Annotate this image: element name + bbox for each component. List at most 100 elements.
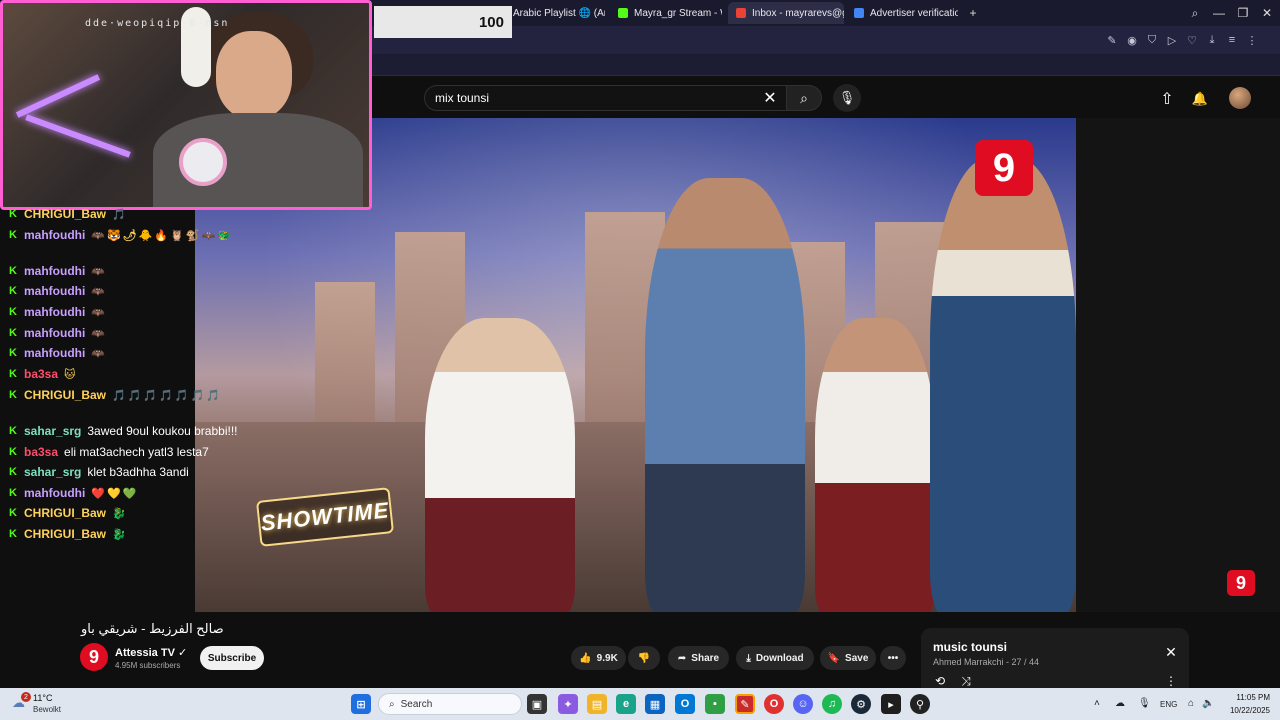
close-playlist-icon[interactable]: ✕	[1163, 644, 1179, 660]
chat-message: Ksahar_srg klet b3adhha 3andi	[8, 465, 189, 479]
app-icon[interactable]: ▪	[705, 694, 725, 714]
volume-icon[interactable]: 🔈	[1202, 698, 1214, 709]
search-input[interactable]: mix tounsi	[424, 85, 787, 111]
upload-icon[interactable]: ⇧	[1156, 88, 1178, 110]
dislike-button[interactable]: 👎	[628, 646, 660, 670]
close-window-button[interactable]: ✕	[1256, 4, 1278, 22]
download-label: Download	[755, 652, 804, 664]
like-button[interactable]: 👍 9.9K	[571, 646, 626, 670]
chat-username[interactable]: mahfoudhi	[24, 305, 85, 319]
clock-date[interactable]: 10/22/2025	[1222, 706, 1270, 715]
chat-emotes: 🎵🎵🎵🎵🎵🎵🎵	[112, 389, 222, 402]
clock-time[interactable]: 11:05 PM	[1230, 693, 1270, 702]
chat-text: 3awed 9oul koukou brabbi!!!	[87, 424, 238, 438]
subscribe-button[interactable]: Subscribe	[200, 646, 264, 670]
chat-username[interactable]: mahfoudhi	[24, 284, 85, 298]
loop-icon[interactable]: ⟲	[932, 673, 948, 689]
notifications-icon[interactable]: 🔔	[1189, 88, 1211, 110]
tab-label: Advertiser verification - 9i	[870, 7, 958, 19]
chat-message: K CHRIGUI_Baw 🐉	[8, 527, 128, 541]
taskbar-search[interactable]: ⌕ Search	[378, 693, 522, 715]
file-explorer-icon[interactable]: ▤	[587, 694, 607, 714]
steam-icon[interactable]: ⚙	[851, 694, 871, 714]
chat-message: K CHRIGUI_Baw 🐉	[8, 506, 128, 520]
chat-username[interactable]: sahar_srg	[24, 465, 81, 479]
chat-username[interactable]: sahar_srg	[24, 424, 81, 438]
tray-chevron-icon[interactable]: ˄	[1094, 698, 1100, 709]
chat-username[interactable]: CHRIGUI_Baw	[24, 527, 106, 541]
sticky-notes-icon[interactable]: ✎	[735, 694, 755, 714]
save-button[interactable]: 🔖 Save	[820, 646, 876, 670]
chat-username[interactable]: mahfoudhi	[24, 228, 85, 242]
tray-app-icon[interactable]: ☁	[1115, 698, 1125, 709]
gmail-icon	[736, 8, 746, 18]
share-button[interactable]: ➦ Share	[668, 646, 729, 670]
shuffle-icon[interactable]: ⤨	[958, 673, 974, 689]
outlook-icon[interactable]: O	[675, 694, 695, 714]
chat-emotes: 🐉	[112, 528, 128, 541]
chat-emotes: 🐉	[112, 507, 128, 520]
start-icon[interactable]: ⊞	[351, 694, 371, 714]
chat-username[interactable]: CHRIGUI_Baw	[24, 388, 106, 402]
chat-username[interactable]: mahfoudhi	[24, 264, 85, 278]
terminal-icon[interactable]: ▸	[881, 694, 901, 714]
chat-emotes: 🦇	[91, 347, 108, 360]
weather-temp[interactable]: 11°C	[33, 693, 52, 703]
chat-emotes: 🦇🐯🌶🐥🔥🦉🐒🦇🐲	[91, 229, 233, 242]
opera-icon[interactable]: O	[764, 694, 784, 714]
language-indicator[interactable]: ENG	[1160, 700, 1177, 709]
kick-badge-icon: K	[9, 507, 17, 519]
search-button[interactable]: ⌕	[786, 85, 822, 111]
task-view-icon[interactable]: ▣	[527, 694, 547, 714]
menu-icon[interactable]: ≡	[1224, 32, 1240, 48]
like-count: 9.9K	[596, 652, 618, 664]
chat-username[interactable]: mahfoudhi	[24, 346, 85, 360]
edit-icon[interactable]: ✎	[1104, 32, 1120, 48]
edge-icon[interactable]: e	[616, 694, 636, 714]
download-icon[interactable]: ⤓	[1204, 32, 1220, 48]
chat-message: Kmahfoudhi 🦇	[8, 326, 107, 340]
tab-search-icon[interactable]: ⌕	[1184, 4, 1206, 22]
kick-badge-icon: K	[9, 466, 17, 478]
new-tab-button[interactable]: +	[962, 4, 984, 22]
shield-icon[interactable]: ⛉	[1144, 32, 1160, 48]
discord-icon[interactable]: ☺	[793, 694, 813, 714]
playlist-menu-icon[interactable]: ⋮	[1163, 673, 1179, 689]
chat-username[interactable]: CHRIGUI_Baw	[24, 506, 106, 520]
tray-mic-icon[interactable]: 🎙	[1138, 698, 1151, 709]
spotify-icon[interactable]: ♫	[822, 694, 842, 714]
more-icon[interactable]: ⋮	[1244, 32, 1260, 48]
kick-badge-icon: K	[9, 425, 17, 437]
heart-icon[interactable]: ♡	[1184, 32, 1200, 48]
tab-gmail-inbox[interactable]: Inbox - mayrarevs@gmail	[728, 2, 844, 24]
tab-kick-stream[interactable]: Mayra_gr Stream - Watch	[610, 2, 722, 24]
store-icon[interactable]: ▦	[645, 694, 665, 714]
clear-search-icon[interactable]: ✕	[760, 88, 780, 108]
channel-name[interactable]: Attessia TV ✓	[115, 646, 187, 659]
download-button[interactable]: ⤓ Download	[736, 646, 814, 670]
tab-advertiser-verification[interactable]: Advertiser verification - 9i	[846, 2, 958, 24]
playlist-title[interactable]: music tounsi	[933, 640, 1007, 654]
minimize-button[interactable]: —	[1208, 4, 1230, 22]
chat-username[interactable]: ba3sa	[24, 367, 58, 381]
tab-label: Arabic Playlist 🌐 (Arab, A	[513, 7, 605, 19]
kick-badge-icon: K	[9, 528, 17, 540]
chat-username[interactable]: CHRIGUI_Baw	[24, 207, 106, 221]
maps-icon[interactable]: ⚲	[910, 694, 930, 714]
channel-avatar[interactable]: 9	[80, 643, 108, 671]
restore-button[interactable]: ❐	[1232, 4, 1254, 22]
chat-username[interactable]: mahfoudhi	[24, 486, 85, 500]
voice-search-icon[interactable]: 🎙	[833, 84, 861, 112]
play-icon[interactable]: ▷	[1164, 32, 1180, 48]
wifi-icon[interactable]: ⌂	[1188, 698, 1194, 709]
chat-message: Ksahar_srg 3awed 9oul koukou brabbi!!!	[8, 424, 237, 438]
copilot-icon[interactable]: ✦	[558, 694, 578, 714]
chat-username[interactable]: ba3sa	[24, 445, 58, 459]
tab-arabic-playlist[interactable]: Arabic Playlist 🌐 (Arab, A	[505, 2, 605, 24]
share-icon: ➦	[677, 652, 687, 664]
chat-username[interactable]: mahfoudhi	[24, 326, 85, 340]
account-avatar[interactable]	[1229, 87, 1251, 109]
kick-badge-icon: K	[9, 265, 17, 277]
more-actions-button[interactable]: •••	[880, 646, 906, 670]
camera-icon[interactable]: ◉	[1124, 32, 1140, 48]
